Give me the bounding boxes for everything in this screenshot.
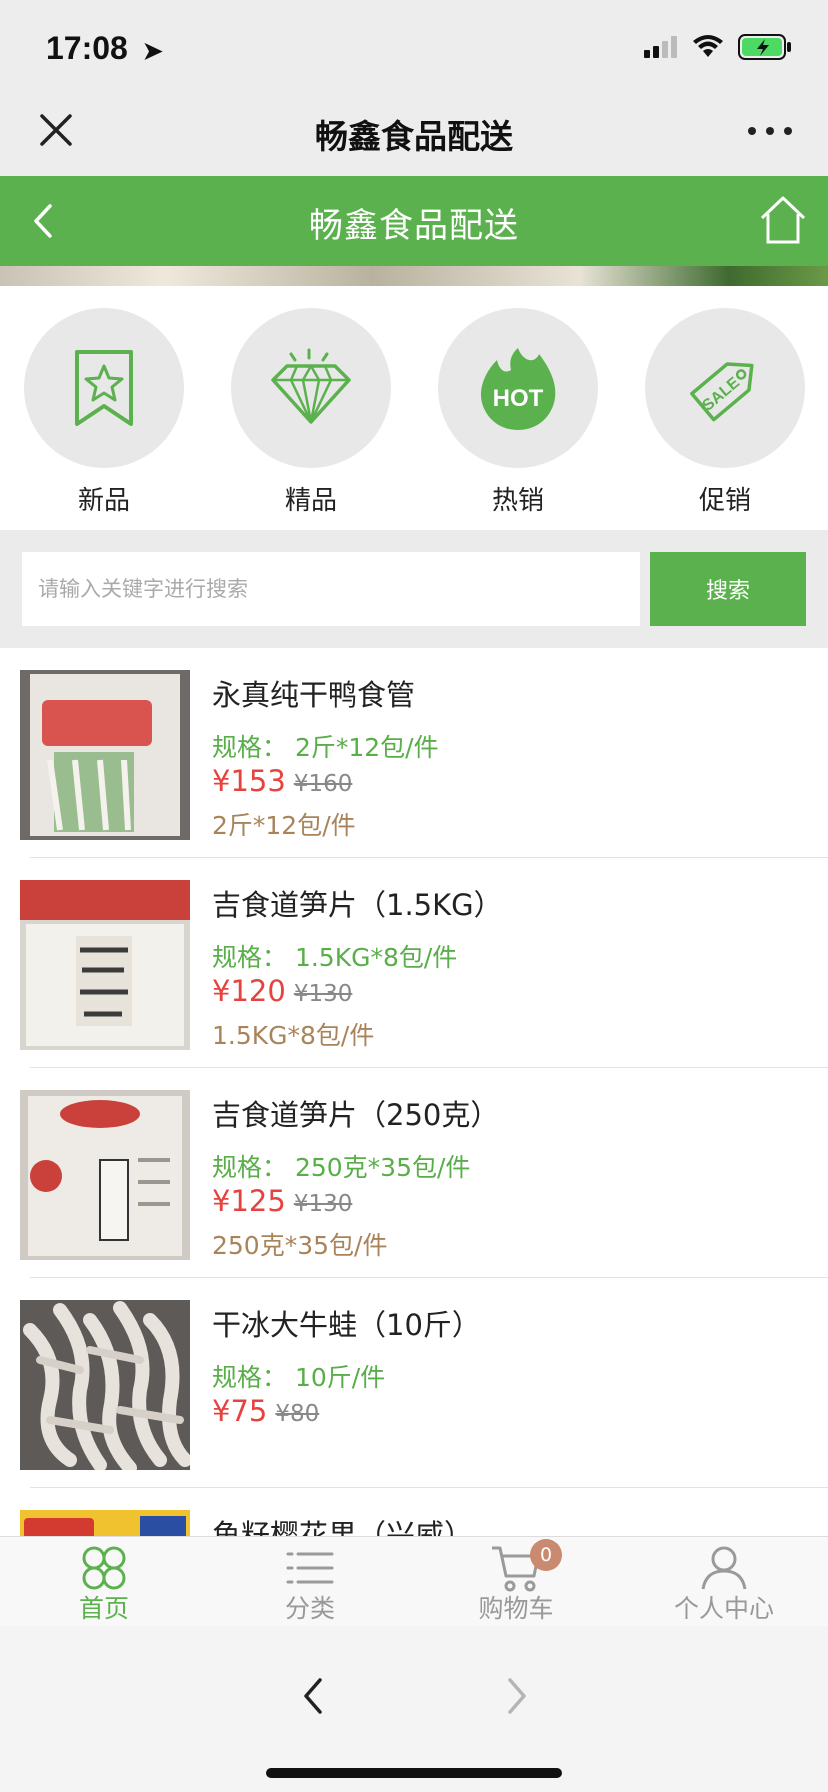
product-name: 鱼籽樱花果（兴威） xyxy=(212,1518,474,1536)
current-price: ¥153 xyxy=(212,764,286,798)
current-price: ¥75 xyxy=(212,1394,268,1428)
forward-arrow-icon[interactable] xyxy=(500,1674,534,1718)
clover-home-icon xyxy=(82,1546,126,1590)
hot-badge-text: HOT xyxy=(493,385,544,412)
category-icon-circle: SALE xyxy=(645,308,805,468)
clock-text: 17:08 xyxy=(46,30,128,66)
tab-profile[interactable]: 个人中心 xyxy=(654,1543,794,1625)
diamond-icon xyxy=(271,348,351,424)
product-item[interactable]: 吉食道笋片（1.5KG） 规格： 1.5KG*8包/件 ¥120 ¥130 1.5… xyxy=(0,858,828,1068)
product-spec: 规格： 2斤*12包/件 xyxy=(212,733,439,762)
product-item[interactable]: 鱼籽樱花果（兴威） xyxy=(0,1488,828,1536)
more-options-icon[interactable] xyxy=(748,116,792,146)
bottom-tab-bar: 首页 分类 购物车 0 个人中心 xyxy=(0,1536,828,1626)
bookmark-star-icon xyxy=(75,350,133,426)
original-price: ¥130 xyxy=(293,1191,353,1217)
product-image xyxy=(20,1510,190,1536)
product-item[interactable]: 吉食道笋片（250克） 规格： 250克*35包/件 ¥125 ¥130 250克… xyxy=(0,1068,828,1278)
cellular-signal-icon xyxy=(644,36,677,58)
original-price: ¥80 xyxy=(275,1401,320,1427)
category-label: 热销 xyxy=(491,486,544,516)
product-name: 吉食道笋片（250克） xyxy=(212,1098,500,1132)
product-list: 永真纯干鸭食管 规格： 2斤*12包/件 ¥153 ¥160 2斤*12包/件 吉… xyxy=(0,648,828,1536)
hot-flame-icon: HOT xyxy=(480,348,556,430)
product-name: 吉食道笋片（1.5KG） xyxy=(212,888,503,922)
category-premium[interactable]: 精品 xyxy=(231,308,391,517)
original-price: ¥160 xyxy=(293,771,353,797)
product-name: 永真纯干鸭食管 xyxy=(212,678,416,712)
product-item[interactable]: 永真纯干鸭食管 规格： 2斤*12包/件 ¥153 ¥160 2斤*12包/件 xyxy=(0,648,828,858)
wifi-icon xyxy=(693,35,723,57)
search-input[interactable] xyxy=(22,552,640,626)
product-price: ¥153 ¥160 xyxy=(212,764,352,798)
category-label: 促销 xyxy=(698,486,751,516)
tab-label: 首页 xyxy=(78,1594,129,1623)
category-label: 新品 xyxy=(77,486,130,516)
tab-label: 分类 xyxy=(284,1594,335,1623)
browser-nav-bar xyxy=(0,1626,828,1792)
category-icon-circle: HOT xyxy=(438,308,598,468)
product-spec: 规格： 250克*35包/件 xyxy=(212,1153,471,1182)
user-icon xyxy=(701,1546,747,1590)
category-shortcuts: 新品 精品 HOT 热销 SALE 促销 xyxy=(0,286,828,530)
tab-category[interactable]: 分类 xyxy=(240,1543,380,1625)
list-icon xyxy=(286,1552,334,1584)
product-price: ¥120 ¥130 xyxy=(212,974,352,1008)
original-price: ¥130 xyxy=(293,981,353,1007)
tab-home[interactable]: 首页 xyxy=(34,1543,174,1625)
category-promo[interactable]: SALE 促销 xyxy=(645,308,805,517)
product-note: 1.5KG*8包/件 xyxy=(212,1021,375,1050)
product-name: 干冰大牛蛙（10斤） xyxy=(212,1308,481,1342)
sale-tag-icon: SALE xyxy=(690,362,754,422)
product-image xyxy=(20,1300,190,1470)
category-new[interactable]: 新品 xyxy=(24,308,184,517)
location-arrow-icon: ➤ xyxy=(142,38,163,65)
banner-image[interactable] xyxy=(0,266,828,286)
tab-cart[interactable]: 购物车 0 xyxy=(446,1539,586,1625)
product-note: 250克*35包/件 xyxy=(212,1231,388,1260)
category-hot[interactable]: HOT 热销 xyxy=(438,308,598,517)
current-price: ¥120 xyxy=(212,974,286,1008)
status-bar: 17:08 ➤ xyxy=(0,0,828,92)
search-bar: 搜索 xyxy=(0,530,828,648)
product-image xyxy=(20,670,190,840)
home-indicator xyxy=(266,1768,562,1778)
category-icon-circle xyxy=(24,308,184,468)
product-image xyxy=(20,1090,190,1260)
home-icon[interactable] xyxy=(758,194,808,246)
product-spec: 规格： 1.5KG*8包/件 xyxy=(212,943,458,972)
tab-label: 个人中心 xyxy=(673,1594,774,1623)
battery-charging-icon xyxy=(738,34,791,60)
app-header-title: 畅鑫食品配送 xyxy=(309,206,519,246)
product-item[interactable]: 干冰大牛蛙（10斤） 规格： 10斤/件 ¥75 ¥80 xyxy=(0,1278,828,1488)
cart-count-badge: 0 xyxy=(530,1539,562,1571)
product-spec: 规格： 10斤/件 xyxy=(212,1363,386,1392)
product-note: 2斤*12包/件 xyxy=(212,811,356,840)
category-label: 精品 xyxy=(284,486,337,516)
back-arrow-icon[interactable] xyxy=(296,1674,330,1718)
app-header: 畅鑫食品配送 xyxy=(0,176,828,266)
wechat-page-title: 畅鑫食品配送 xyxy=(315,117,513,156)
wechat-nav-bar: 畅鑫食品配送 xyxy=(0,92,828,176)
tab-label: 购物车 xyxy=(478,1594,554,1623)
product-image xyxy=(20,880,190,1050)
current-price: ¥125 xyxy=(212,1184,286,1218)
status-time: 17:08 ➤ xyxy=(46,30,163,67)
product-price: ¥125 ¥130 xyxy=(212,1184,352,1218)
category-icon-circle xyxy=(231,308,391,468)
product-price: ¥75 ¥80 xyxy=(212,1394,319,1428)
search-button[interactable]: 搜索 xyxy=(650,552,806,626)
status-icons xyxy=(644,34,792,60)
